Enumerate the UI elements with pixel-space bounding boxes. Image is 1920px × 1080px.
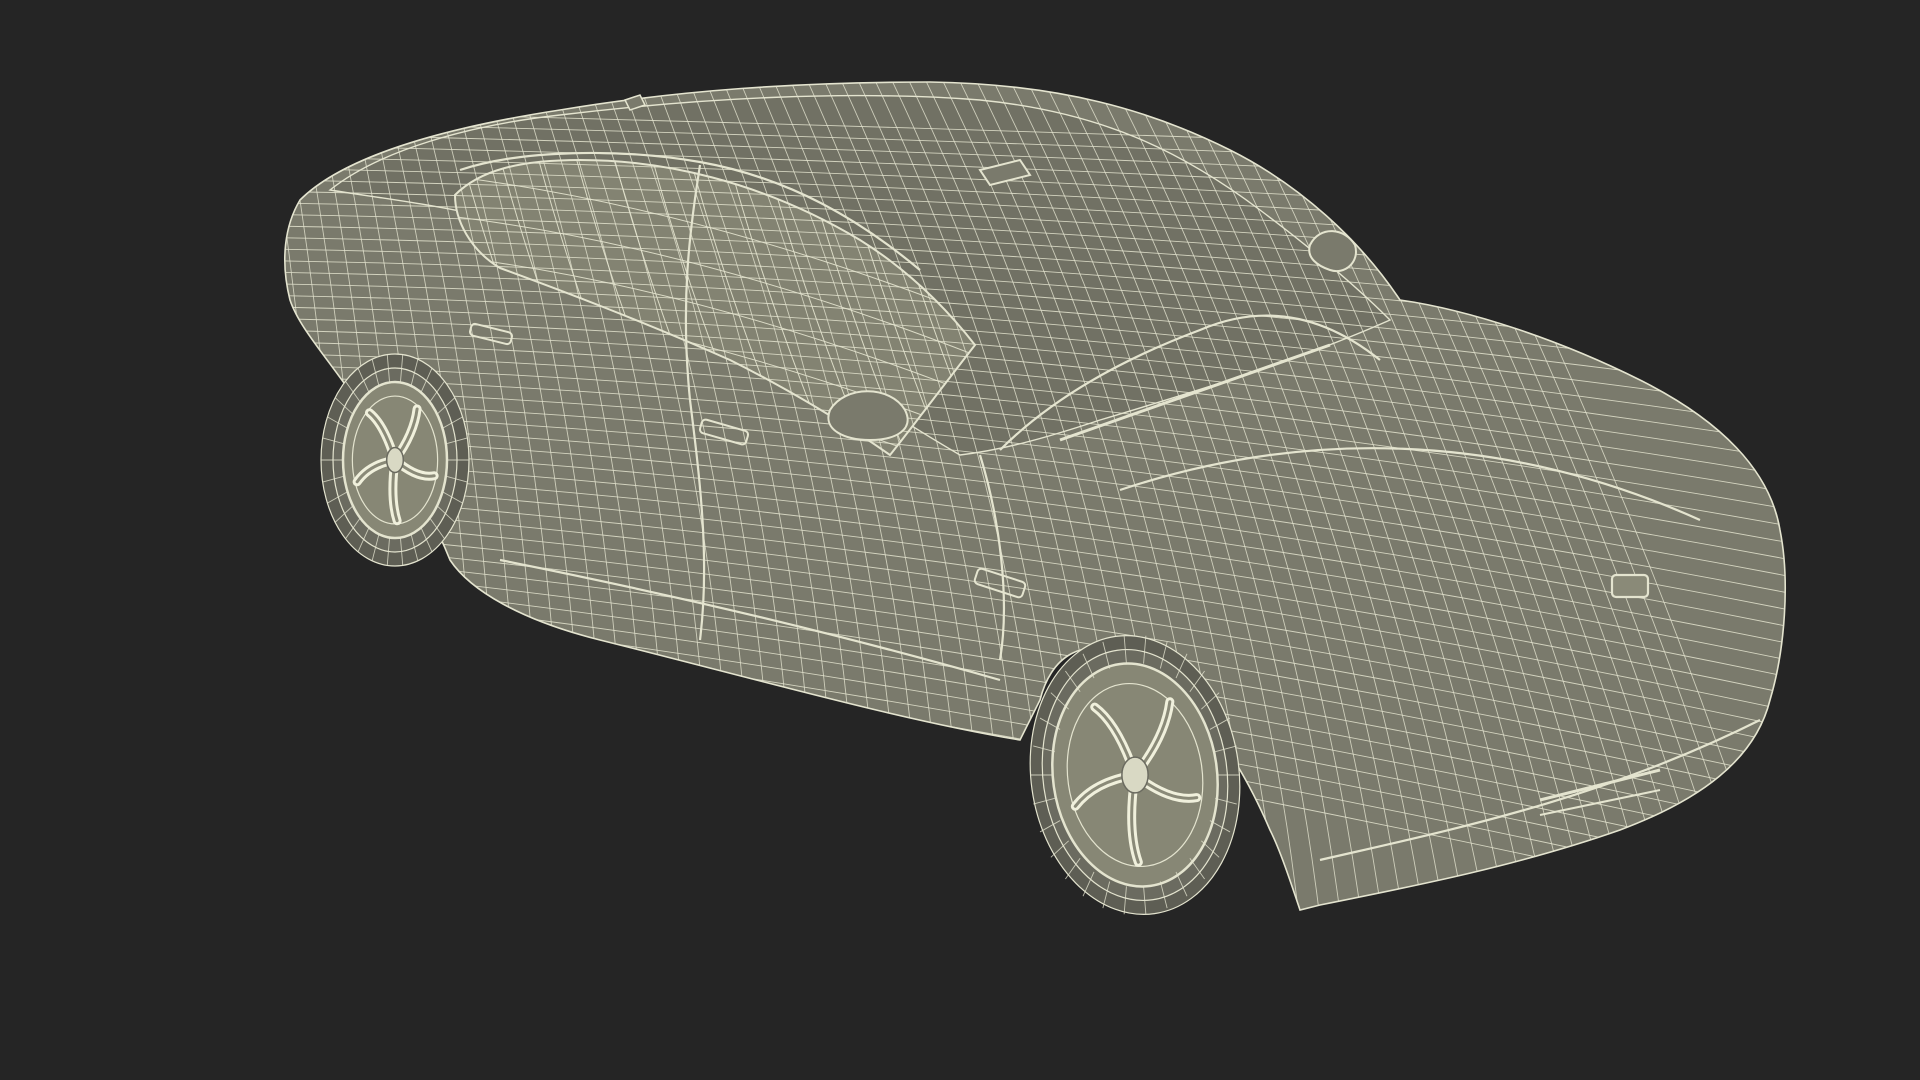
car-wireframe-render	[284, 81, 1787, 915]
3d-viewport[interactable]	[0, 0, 1920, 1080]
rear-wheel	[320, 353, 470, 567]
